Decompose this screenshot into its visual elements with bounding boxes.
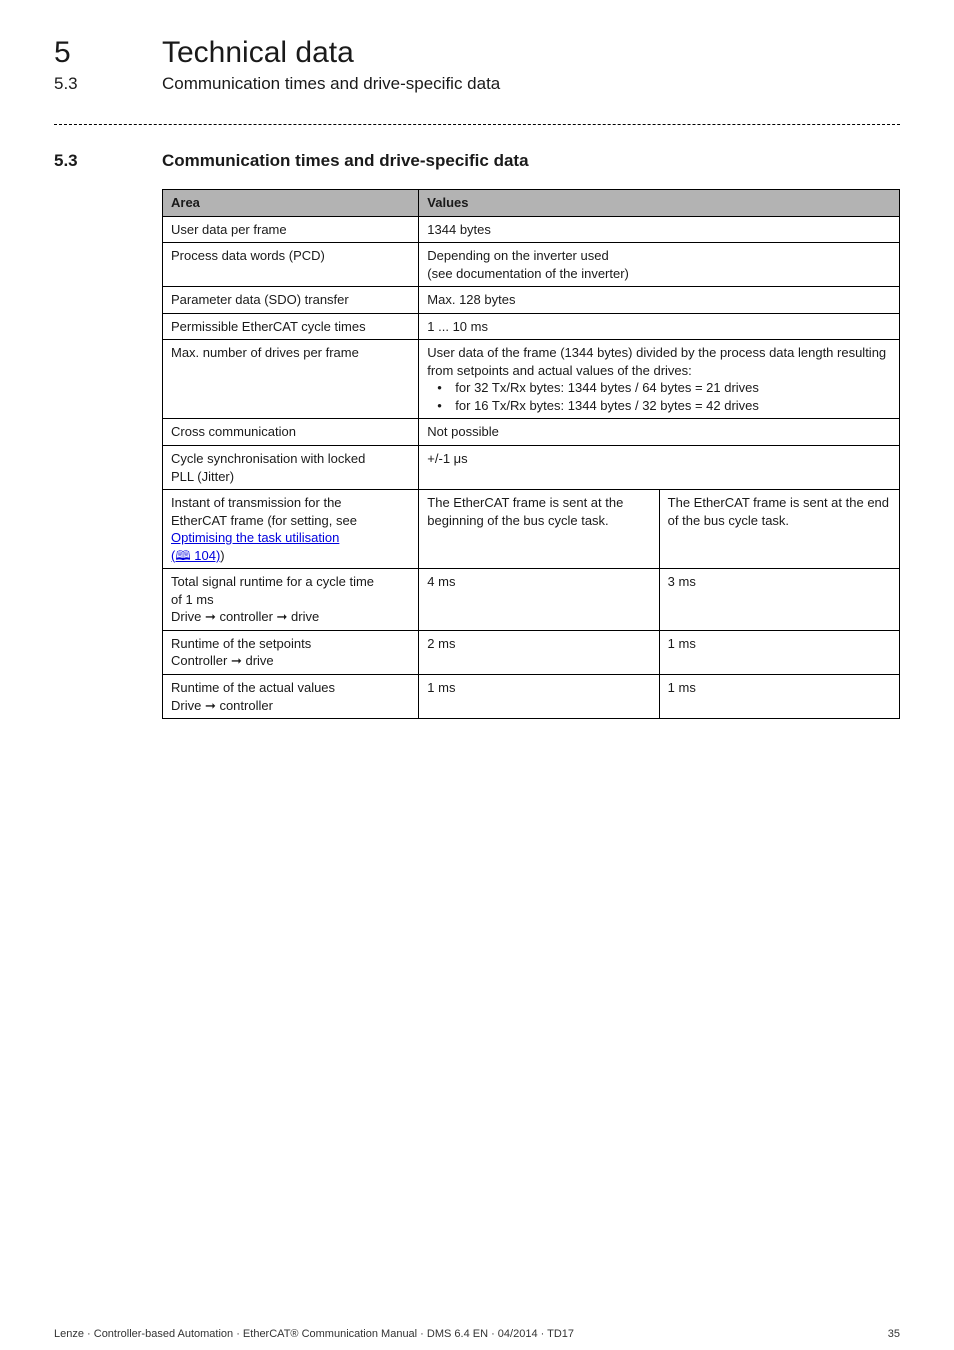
footer-text: Lenze · Controller-based Automation · Et… [54,1328,574,1340]
cell-area: Cycle synchronisation with locked PLL (J… [163,446,419,490]
cell-values: User data of the frame (1344 bytes) divi… [419,340,900,419]
subchapter-title: Communication times and drive-specific d… [162,74,500,94]
col-header-area: Area [163,190,419,217]
table-row: Instant of transmission for the EtherCAT… [163,490,900,569]
cell-values: Max. 128 bytes [419,287,900,314]
bullet-text: for 32 Tx/Rx bytes: 1344 bytes / 64 byte… [455,379,759,397]
chapter-title: Technical data [162,36,354,70]
page-footer: Lenze · Controller-based Automation · Et… [54,1328,900,1340]
table-row: Cross communication Not possible [163,419,900,446]
cell-area: Cross communication [163,419,419,446]
chapter-header: 5 Technical data [54,36,900,70]
chapter-number: 5 [54,36,102,70]
col-header-values: Values [419,190,900,217]
bullet-text: for 16 Tx/Rx bytes: 1344 bytes / 32 byte… [455,397,759,415]
cell-values-line: (see documentation of the inverter) [427,266,629,281]
table-row: Permissible EtherCAT cycle times 1 ... 1… [163,313,900,340]
cell-area: Instant of transmission for the EtherCAT… [163,490,419,569]
section-heading-number: 5.3 [54,151,102,171]
cell-values-right: The EtherCAT frame is sent at the end of… [659,490,899,569]
table-row: Parameter data (SDO) transfer Max. 128 b… [163,287,900,314]
cell-area: Process data words (PCD) [163,243,419,287]
cell-area: Runtime of the actual values Drive ➞ con… [163,675,419,719]
close-paren: ) [220,548,224,563]
table-row: Total signal runtime for a cycle time of… [163,569,900,631]
cell-values-left: 1 ms [419,675,659,719]
cell-area-line: Total signal runtime for a cycle time [171,574,374,589]
table-row: Cycle synchronisation with locked PLL (J… [163,446,900,490]
cell-area-line: Drive ➞ controller ➞ drive [171,609,319,624]
cell-values-right: 3 ms [659,569,899,631]
cell-area-line: Drive ➞ controller [171,698,273,713]
cell-values-right: 1 ms [659,675,899,719]
table-row: Runtime of the actual values Drive ➞ con… [163,675,900,719]
cell-values: Depending on the inverter used (see docu… [419,243,900,287]
page-reference-link[interactable]: (🕮 104) [171,548,220,563]
divider [54,124,900,125]
cell-area-line: Runtime of the actual values [171,680,335,695]
cell-values-line: Depending on the inverter used [427,248,608,263]
cell-area: Total signal runtime for a cycle time of… [163,569,419,631]
cell-area-line: PLL (Jitter) [171,469,234,484]
page-number: 35 [888,1328,900,1340]
cell-area: Max. number of drives per frame [163,340,419,419]
bullet-line: •for 16 Tx/Rx bytes: 1344 bytes / 32 byt… [427,397,891,415]
table-row: Max. number of drives per frame User dat… [163,340,900,419]
section-heading: 5.3 Communication times and drive-specif… [54,151,900,171]
table-row: Process data words (PCD) Depending on th… [163,243,900,287]
cell-area-line: of 1 ms [171,592,214,607]
table-header-row: Area Values [163,190,900,217]
cell-area: Permissible EtherCAT cycle times [163,313,419,340]
cross-reference-link[interactable]: Optimising the task utilisation [171,530,339,545]
bullet-line: •for 32 Tx/Rx bytes: 1344 bytes / 64 byt… [427,379,891,397]
cell-area-line: Instant of transmission for the [171,495,342,510]
section-heading-title: Communication times and drive-specific d… [162,151,529,171]
table-row: User data per frame 1344 bytes [163,216,900,243]
cell-values-line: User data of the frame (1344 bytes) divi… [427,345,886,378]
cell-area: User data per frame [163,216,419,243]
cell-area-line: Runtime of the setpoints [171,636,311,651]
cell-area: Runtime of the setpoints Controller ➞ dr… [163,630,419,674]
cell-values: 1344 bytes [419,216,900,243]
technical-data-table: Area Values User data per frame 1344 byt… [162,189,900,719]
cell-values: 1 ... 10 ms [419,313,900,340]
subchapter-header: 5.3 Communication times and drive-specif… [54,74,900,94]
cell-values-left: 4 ms [419,569,659,631]
subchapter-number: 5.3 [54,74,102,94]
cell-values-left: 2 ms [419,630,659,674]
cell-area-line: EtherCAT frame (for setting, see [171,513,357,528]
cell-values-right: 1 ms [659,630,899,674]
cell-area-line: Cycle synchronisation with locked [171,451,365,466]
cell-area: Parameter data (SDO) transfer [163,287,419,314]
cell-area-line: Controller ➞ drive [171,653,274,668]
cell-values: Not possible [419,419,900,446]
table-row: Runtime of the setpoints Controller ➞ dr… [163,630,900,674]
cell-values-left: The EtherCAT frame is sent at the beginn… [419,490,659,569]
cell-values: +/-1 μs [419,446,900,490]
